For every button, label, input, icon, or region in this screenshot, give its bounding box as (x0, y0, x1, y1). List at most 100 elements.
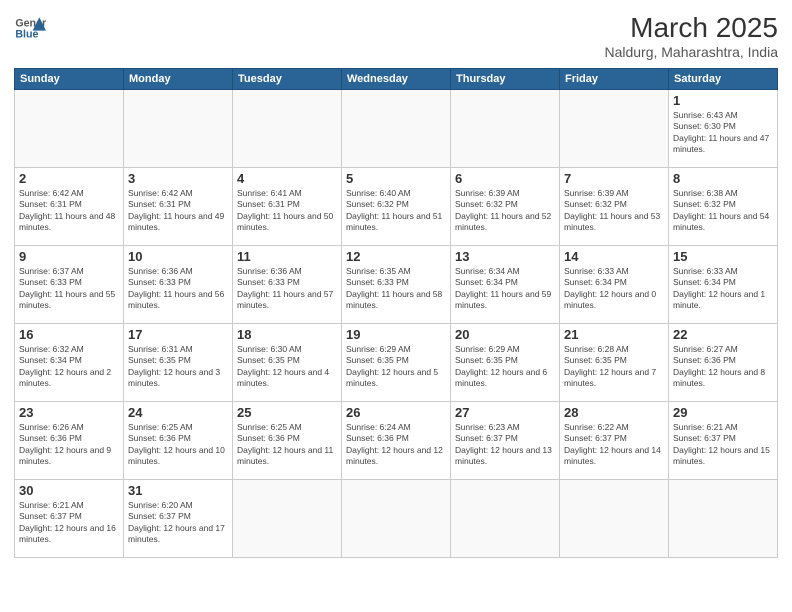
day-info: Sunrise: 6:30 AMSunset: 6:35 PMDaylight:… (237, 344, 337, 390)
calendar-cell: 9Sunrise: 6:37 AMSunset: 6:33 PMDaylight… (15, 246, 124, 324)
calendar-cell: 29 Sunrise: 6:21 AMSunset: 6:37 PMDayligh… (669, 402, 778, 480)
calendar-cell: 8 Sunrise: 6:38 AMSunset: 6:32 PMDaylight… (669, 168, 778, 246)
day-info: Sunrise: 6:38 AMSunset: 6:32 PMDaylight:… (673, 188, 773, 234)
day-number: 9 (19, 249, 119, 264)
day-number: 7 (564, 171, 664, 186)
day-number: 27 (455, 405, 555, 420)
day-info: Sunrise: 6:36 AMSunset: 6:33 PMDaylight:… (128, 266, 228, 312)
title-block: March 2025 Naldurg, Maharashtra, India (604, 12, 778, 60)
calendar-cell (451, 480, 560, 558)
day-number: 29 (673, 405, 773, 420)
calendar-cell: 13 Sunrise: 6:34 AMSunset: 6:34 PMDayligh… (451, 246, 560, 324)
day-info: Sunrise: 6:33 AMSunset: 6:34 PMDaylight:… (673, 266, 773, 312)
day-info: Sunrise: 6:21 AMSunset: 6:37 PMDaylight:… (19, 500, 119, 546)
calendar-week-5: 23Sunrise: 6:26 AMSunset: 6:36 PMDayligh… (15, 402, 778, 480)
calendar-week-4: 16 Sunrise: 6:32 AMSunset: 6:34 PMDayligh… (15, 324, 778, 402)
day-number: 20 (455, 327, 555, 342)
day-number: 16 (19, 327, 119, 342)
calendar-cell (342, 90, 451, 168)
day-info: Sunrise: 6:42 AMSunset: 6:31 PMDaylight:… (128, 188, 228, 234)
calendar-week-3: 9Sunrise: 6:37 AMSunset: 6:33 PMDaylight… (15, 246, 778, 324)
calendar-cell (560, 480, 669, 558)
day-number: 4 (237, 171, 337, 186)
day-info: Sunrise: 6:25 AMSunset: 6:36 PMDaylight:… (128, 422, 228, 468)
day-number: 10 (128, 249, 228, 264)
calendar-cell: 2Sunrise: 6:42 AMSunset: 6:31 PMDaylight… (15, 168, 124, 246)
calendar-cell: 19 Sunrise: 6:29 AMSunset: 6:35 PMDayligh… (342, 324, 451, 402)
col-header-sunday: Sunday (15, 69, 124, 90)
calendar-cell (451, 90, 560, 168)
day-info: Sunrise: 6:23 AMSunset: 6:37 PMDaylight:… (455, 422, 555, 468)
day-number: 3 (128, 171, 228, 186)
day-number: 23 (19, 405, 119, 420)
logo-icon: General Blue (14, 12, 46, 44)
header: General Blue March 2025 Naldurg, Maharas… (14, 12, 778, 60)
logo: General Blue (14, 12, 46, 44)
month-year: March 2025 (604, 12, 778, 44)
day-info: Sunrise: 6:32 AMSunset: 6:34 PMDaylight:… (19, 344, 119, 390)
day-info: Sunrise: 6:40 AMSunset: 6:32 PMDaylight:… (346, 188, 446, 234)
calendar-cell: 20Sunrise: 6:29 AMSunset: 6:35 PMDayligh… (451, 324, 560, 402)
calendar-cell (560, 90, 669, 168)
calendar-cell: 26 Sunrise: 6:24 AMSunset: 6:36 PMDayligh… (342, 402, 451, 480)
day-info: Sunrise: 6:25 AMSunset: 6:36 PMDaylight:… (237, 422, 337, 468)
calendar-cell (124, 90, 233, 168)
page: General Blue March 2025 Naldurg, Maharas… (0, 0, 792, 612)
day-info: Sunrise: 6:34 AMSunset: 6:34 PMDaylight:… (455, 266, 555, 312)
day-info: Sunrise: 6:31 AMSunset: 6:35 PMDaylight:… (128, 344, 228, 390)
calendar-cell: 23Sunrise: 6:26 AMSunset: 6:36 PMDayligh… (15, 402, 124, 480)
day-number: 24 (128, 405, 228, 420)
calendar-cell (233, 90, 342, 168)
day-number: 17 (128, 327, 228, 342)
calendar-cell: 31Sunrise: 6:20 AMSunset: 6:37 PMDayligh… (124, 480, 233, 558)
day-info: Sunrise: 6:27 AMSunset: 6:36 PMDaylight:… (673, 344, 773, 390)
day-info: Sunrise: 6:21 AMSunset: 6:37 PMDaylight:… (673, 422, 773, 468)
col-header-tuesday: Tuesday (233, 69, 342, 90)
location: Naldurg, Maharashtra, India (604, 44, 778, 60)
day-number: 8 (673, 171, 773, 186)
calendar-cell (669, 480, 778, 558)
day-number: 11 (237, 249, 337, 264)
calendar-cell: 12 Sunrise: 6:35 AMSunset: 6:33 PMDayligh… (342, 246, 451, 324)
calendar-cell: 15 Sunrise: 6:33 AMSunset: 6:34 PMDayligh… (669, 246, 778, 324)
day-info: Sunrise: 6:39 AMSunset: 6:32 PMDaylight:… (564, 188, 664, 234)
col-header-monday: Monday (124, 69, 233, 90)
day-info: Sunrise: 6:42 AMSunset: 6:31 PMDaylight:… (19, 188, 119, 234)
calendar-header-row: SundayMondayTuesdayWednesdayThursdayFrid… (15, 69, 778, 90)
day-info: Sunrise: 6:33 AMSunset: 6:34 PMDaylight:… (564, 266, 664, 312)
day-info: Sunrise: 6:20 AMSunset: 6:37 PMDaylight:… (128, 500, 228, 546)
calendar-cell: 21Sunrise: 6:28 AMSunset: 6:35 PMDayligh… (560, 324, 669, 402)
calendar-week-2: 2Sunrise: 6:42 AMSunset: 6:31 PMDaylight… (15, 168, 778, 246)
col-header-wednesday: Wednesday (342, 69, 451, 90)
day-info: Sunrise: 6:24 AMSunset: 6:36 PMDaylight:… (346, 422, 446, 468)
calendar-cell: 6Sunrise: 6:39 AMSunset: 6:32 PMDaylight… (451, 168, 560, 246)
day-info: Sunrise: 6:41 AMSunset: 6:31 PMDaylight:… (237, 188, 337, 234)
day-number: 1 (673, 93, 773, 108)
day-number: 13 (455, 249, 555, 264)
day-number: 5 (346, 171, 446, 186)
day-info: Sunrise: 6:35 AMSunset: 6:33 PMDaylight:… (346, 266, 446, 312)
day-info: Sunrise: 6:29 AMSunset: 6:35 PMDaylight:… (346, 344, 446, 390)
calendar-cell: 11Sunrise: 6:36 AMSunset: 6:33 PMDayligh… (233, 246, 342, 324)
calendar-cell: 18Sunrise: 6:30 AMSunset: 6:35 PMDayligh… (233, 324, 342, 402)
day-number: 6 (455, 171, 555, 186)
day-number: 19 (346, 327, 446, 342)
calendar-cell: 14 Sunrise: 6:33 AMSunset: 6:34 PMDayligh… (560, 246, 669, 324)
day-number: 12 (346, 249, 446, 264)
day-number: 28 (564, 405, 664, 420)
calendar-cell: 4 Sunrise: 6:41 AMSunset: 6:31 PMDaylight… (233, 168, 342, 246)
calendar-cell: 16 Sunrise: 6:32 AMSunset: 6:34 PMDayligh… (15, 324, 124, 402)
calendar-cell (342, 480, 451, 558)
calendar-cell: 28 Sunrise: 6:22 AMSunset: 6:37 PMDayligh… (560, 402, 669, 480)
day-number: 14 (564, 249, 664, 264)
day-info: Sunrise: 6:22 AMSunset: 6:37 PMDaylight:… (564, 422, 664, 468)
calendar-week-6: 30Sunrise: 6:21 AMSunset: 6:37 PMDayligh… (15, 480, 778, 558)
calendar-cell: 22Sunrise: 6:27 AMSunset: 6:36 PMDayligh… (669, 324, 778, 402)
calendar-cell: 5 Sunrise: 6:40 AMSunset: 6:32 PMDaylight… (342, 168, 451, 246)
calendar-cell: 10 Sunrise: 6:36 AMSunset: 6:33 PMDayligh… (124, 246, 233, 324)
col-header-saturday: Saturday (669, 69, 778, 90)
day-info: Sunrise: 6:28 AMSunset: 6:35 PMDaylight:… (564, 344, 664, 390)
day-number: 26 (346, 405, 446, 420)
day-number: 15 (673, 249, 773, 264)
calendar-cell (15, 90, 124, 168)
